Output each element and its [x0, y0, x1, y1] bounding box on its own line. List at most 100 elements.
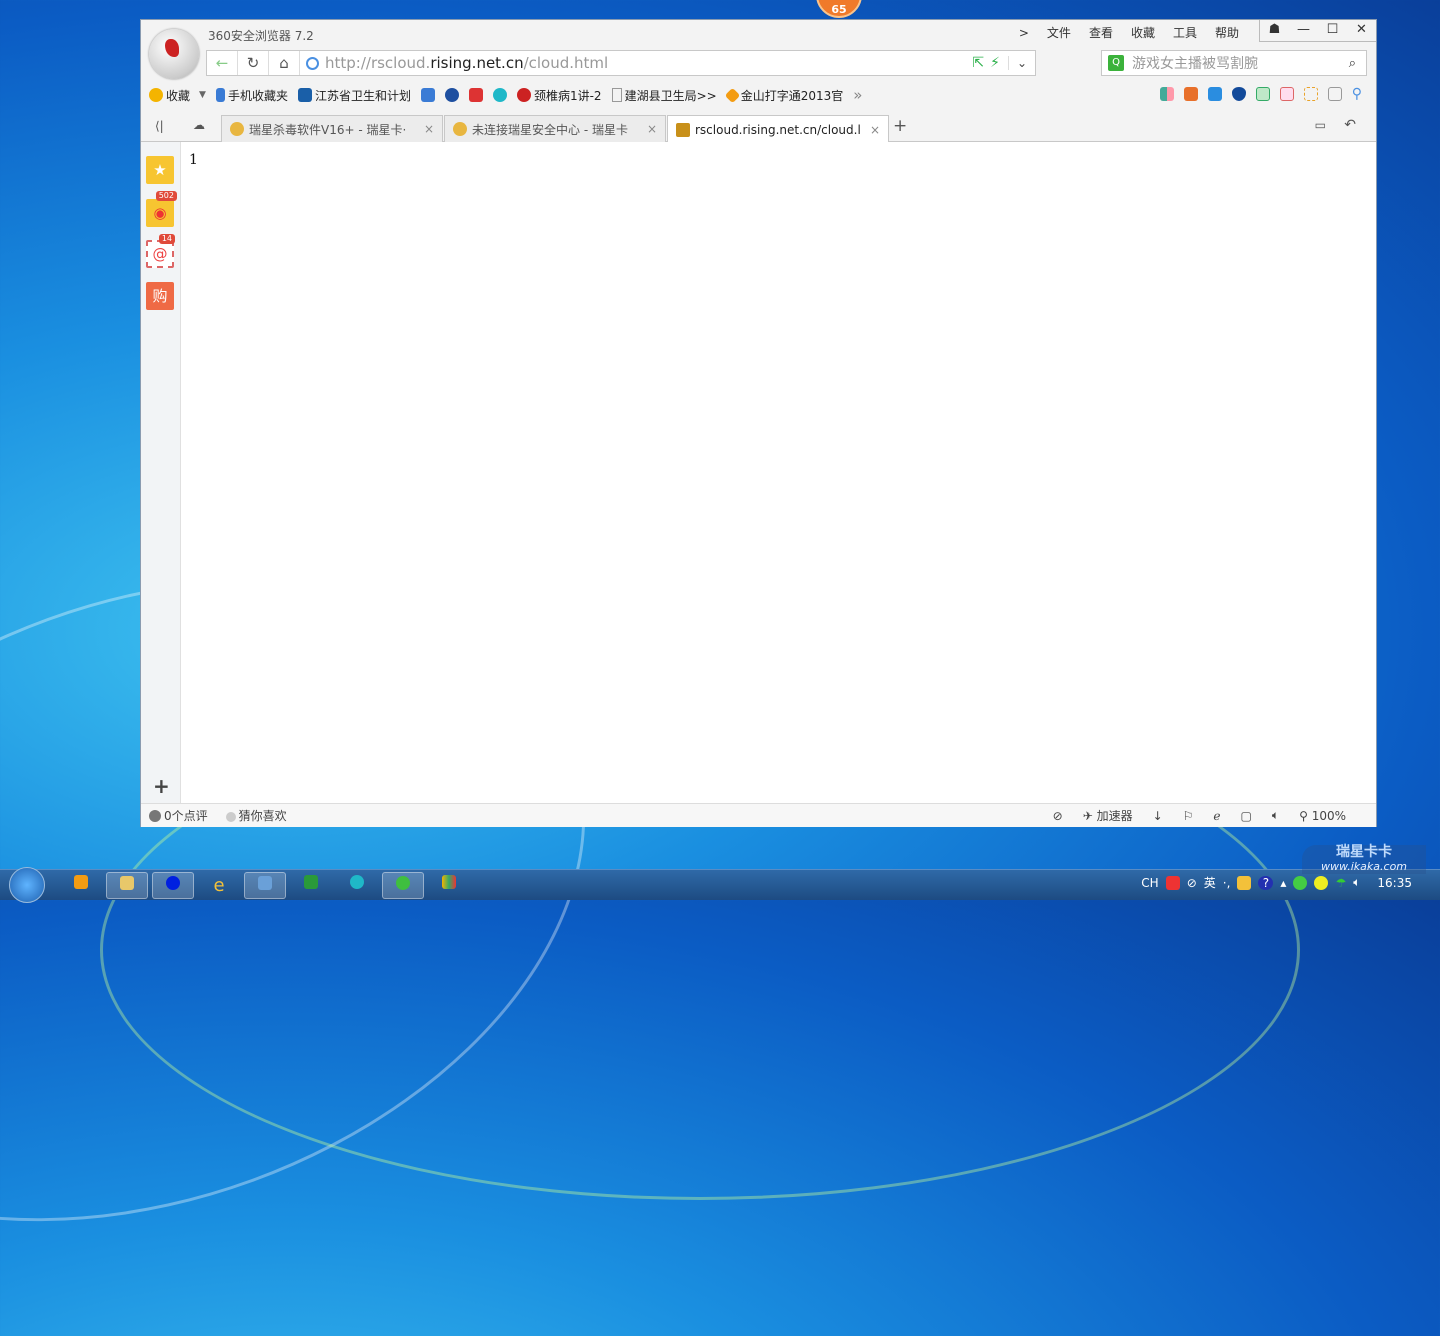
taskbar-remote[interactable] — [244, 872, 286, 899]
volume-tray-icon[interactable]: 🔈︎ — [1353, 875, 1360, 890]
bookmark-cloud[interactable] — [420, 88, 435, 102]
menu-expand[interactable]: > — [1010, 24, 1038, 42]
clock[interactable]: 16:35 — [1377, 876, 1412, 890]
taskbar-ie[interactable]: e — [198, 872, 240, 899]
lightning-icon[interactable]: ⚡ — [988, 55, 1008, 71]
sidebar-shopping-icon[interactable]: 购 — [146, 282, 174, 310]
minimize-button[interactable]: — — [1289, 20, 1318, 41]
home-button[interactable]: ⌂ — [269, 51, 300, 75]
tray-app-icon[interactable] — [1237, 875, 1252, 890]
url-input[interactable]: http://rscloud.rising.net.cn/cloud.html — [325, 54, 608, 72]
taskbar-media-player[interactable] — [60, 872, 102, 899]
address-bar: ← ↻ ⌂ http://rscloud.rising.net.cn/cloud… — [206, 50, 1036, 76]
search-icon[interactable]: ⌕ — [1339, 56, 1366, 71]
shield-icon[interactable] — [1231, 87, 1246, 101]
tab-rising-antivirus[interactable]: 瑞星杀毒软件V16+ - 瑞星卡· × — [221, 115, 443, 142]
close-tab-icon[interactable]: × — [647, 122, 657, 136]
back-button[interactable]: ← — [207, 51, 238, 75]
tab-rising-security[interactable]: 未连接瑞星安全中心 - 瑞星卡 × — [444, 115, 666, 142]
six-icon[interactable] — [1207, 87, 1222, 101]
usb-icon[interactable] — [1293, 875, 1308, 890]
sidebar-favorites-star-icon[interactable]: ★ — [146, 156, 174, 184]
sidebar-mail-icon[interactable]: @14 — [146, 234, 175, 268]
rising-umbrella-icon[interactable]: ☂ — [1335, 876, 1346, 890]
game-icon[interactable] — [1327, 87, 1342, 101]
bookmark-favorites[interactable]: 收藏 ▼ — [149, 87, 206, 104]
window-icon[interactable]: ▢ — [1241, 809, 1252, 823]
dropdown-chevron-icon[interactable]: ⌄ — [1007, 56, 1035, 70]
ime-english[interactable]: 英 — [1204, 874, 1216, 891]
status-bar: 0个点评 猜你喜欢 ⊘ ✈ 加速器 ↓ ⚐ ℯ ▢ 🔈︎ ⚲ 100% — [141, 803, 1376, 827]
new-tab-button[interactable]: + — [893, 116, 907, 136]
language-indicator[interactable]: CH — [1141, 876, 1158, 890]
undo-close-icon[interactable]: ↶ — [1344, 117, 1356, 133]
menu-file[interactable]: 文件 — [1038, 24, 1080, 42]
taskbar-explorer[interactable] — [106, 872, 148, 899]
punctuation-icon[interactable]: ·, — [1223, 876, 1231, 890]
menu-favorites[interactable]: 收藏 — [1122, 24, 1164, 42]
zoom-search-icon[interactable]: ⚲ — [1352, 86, 1362, 102]
favicon-icon — [453, 122, 467, 136]
taskbar-green-app[interactable] — [290, 872, 332, 899]
zoom-level[interactable]: ⚲ 100% — [1299, 809, 1346, 823]
360-guard-icon[interactable] — [1314, 875, 1329, 890]
bookmark-cervical[interactable]: 颈椎病1讲-2 — [516, 87, 602, 104]
page-text: 1 — [189, 152, 198, 168]
volume-icon[interactable]: 🔈︎ — [1272, 808, 1279, 823]
search-input[interactable]: 游戏女主播被骂割腕 — [1132, 53, 1339, 73]
speed-dial-icon[interactable]: ⊘ — [1053, 809, 1063, 823]
taskbar-color-app[interactable] — [428, 872, 470, 899]
bookmark-kingsoft-typing[interactable]: 金山打字通2013官 — [724, 87, 843, 104]
menu-tools[interactable]: 工具 — [1164, 24, 1206, 42]
bookmarks-bar: 收藏 ▼ 手机收藏夹 江苏省卫生和计划 颈椎病1讲-2 建湖县卫生局>> 金山打字… — [149, 84, 862, 106]
apps-grid-icon[interactable] — [1159, 87, 1174, 101]
menu-view[interactable]: 查看 — [1080, 24, 1122, 42]
screenshot-icon[interactable] — [1303, 87, 1318, 101]
bookmark-mobile[interactable]: 手机收藏夹 — [215, 87, 288, 104]
notification-ball[interactable]: 65 — [816, 0, 862, 18]
user-avatar[interactable] — [149, 29, 199, 79]
bookmark-jiangsu-health[interactable]: 江苏省卫生和计划 — [297, 87, 411, 104]
taskbar-plus-app[interactable] — [152, 872, 194, 899]
sidebar-weibo-icon[interactable]: ◉ 502 — [146, 191, 177, 227]
menu-bar: > 文件 查看 收藏 工具 帮助 — [1010, 24, 1248, 42]
tab-list-icon[interactable]: ▭ — [1315, 118, 1326, 132]
sidebar-add-button[interactable]: + — [153, 774, 170, 798]
skin-button[interactable]: ☗ — [1260, 20, 1289, 41]
ie-mode-icon[interactable]: ℯ — [1213, 809, 1220, 823]
show-hidden-icon[interactable]: ▴ — [1280, 876, 1286, 890]
taskbar-cyan-app[interactable] — [336, 872, 378, 899]
accelerator-button[interactable]: ✈ 加速器 — [1083, 807, 1133, 824]
bookmarks-more[interactable]: » — [853, 86, 862, 104]
sidebar-toggle-icon[interactable]: ⟨| — [155, 119, 164, 133]
help-icon[interactable]: ? — [1258, 875, 1274, 890]
bookmark-china-mobile[interactable] — [444, 88, 459, 102]
menu-help[interactable]: 帮助 — [1206, 24, 1248, 42]
search-box[interactable]: Q 游戏女主播被骂割腕 ⌕ — [1101, 50, 1367, 76]
start-button[interactable] — [9, 867, 45, 903]
reviews-button[interactable]: 0个点评 — [149, 807, 208, 824]
translate-icon[interactable] — [1279, 87, 1294, 101]
deals-icon[interactable] — [1183, 87, 1198, 101]
ime-mode-icon[interactable]: ⊘ — [1187, 876, 1197, 890]
sidebar: ★ ◉ 502 @14 购 + — [141, 142, 181, 803]
download-icon[interactable]: ↓ — [1153, 809, 1163, 823]
tab-rscloud[interactable]: rscloud.rising.net.cn/cloud.l × — [667, 115, 889, 143]
flag-icon[interactable]: ⚐ — [1183, 809, 1194, 823]
bookmark-love[interactable] — [468, 88, 483, 102]
bookmark-app[interactable] — [492, 88, 507, 102]
close-button[interactable]: ✕ — [1347, 20, 1376, 41]
refresh-button[interactable]: ↻ — [238, 51, 269, 75]
bookmark-jianhu-health[interactable]: 建湖县卫生局>> — [611, 87, 717, 104]
star-icon — [149, 88, 163, 102]
taskbar-360-browser[interactable] — [382, 872, 424, 899]
close-tab-icon[interactable]: × — [870, 123, 880, 137]
search-engine-icon[interactable]: Q — [1108, 55, 1124, 71]
maximize-button[interactable]: ☐ — [1318, 20, 1347, 41]
guess-you-like-button[interactable]: 猜你喜欢 — [225, 807, 287, 824]
cloud-tab-icon[interactable]: ☁ — [193, 118, 205, 132]
ime-icon[interactable] — [1165, 875, 1180, 890]
share-icon[interactable]: ⇱ — [968, 55, 988, 71]
close-tab-icon[interactable]: × — [424, 122, 434, 136]
payment-shield-icon[interactable] — [1255, 87, 1270, 101]
